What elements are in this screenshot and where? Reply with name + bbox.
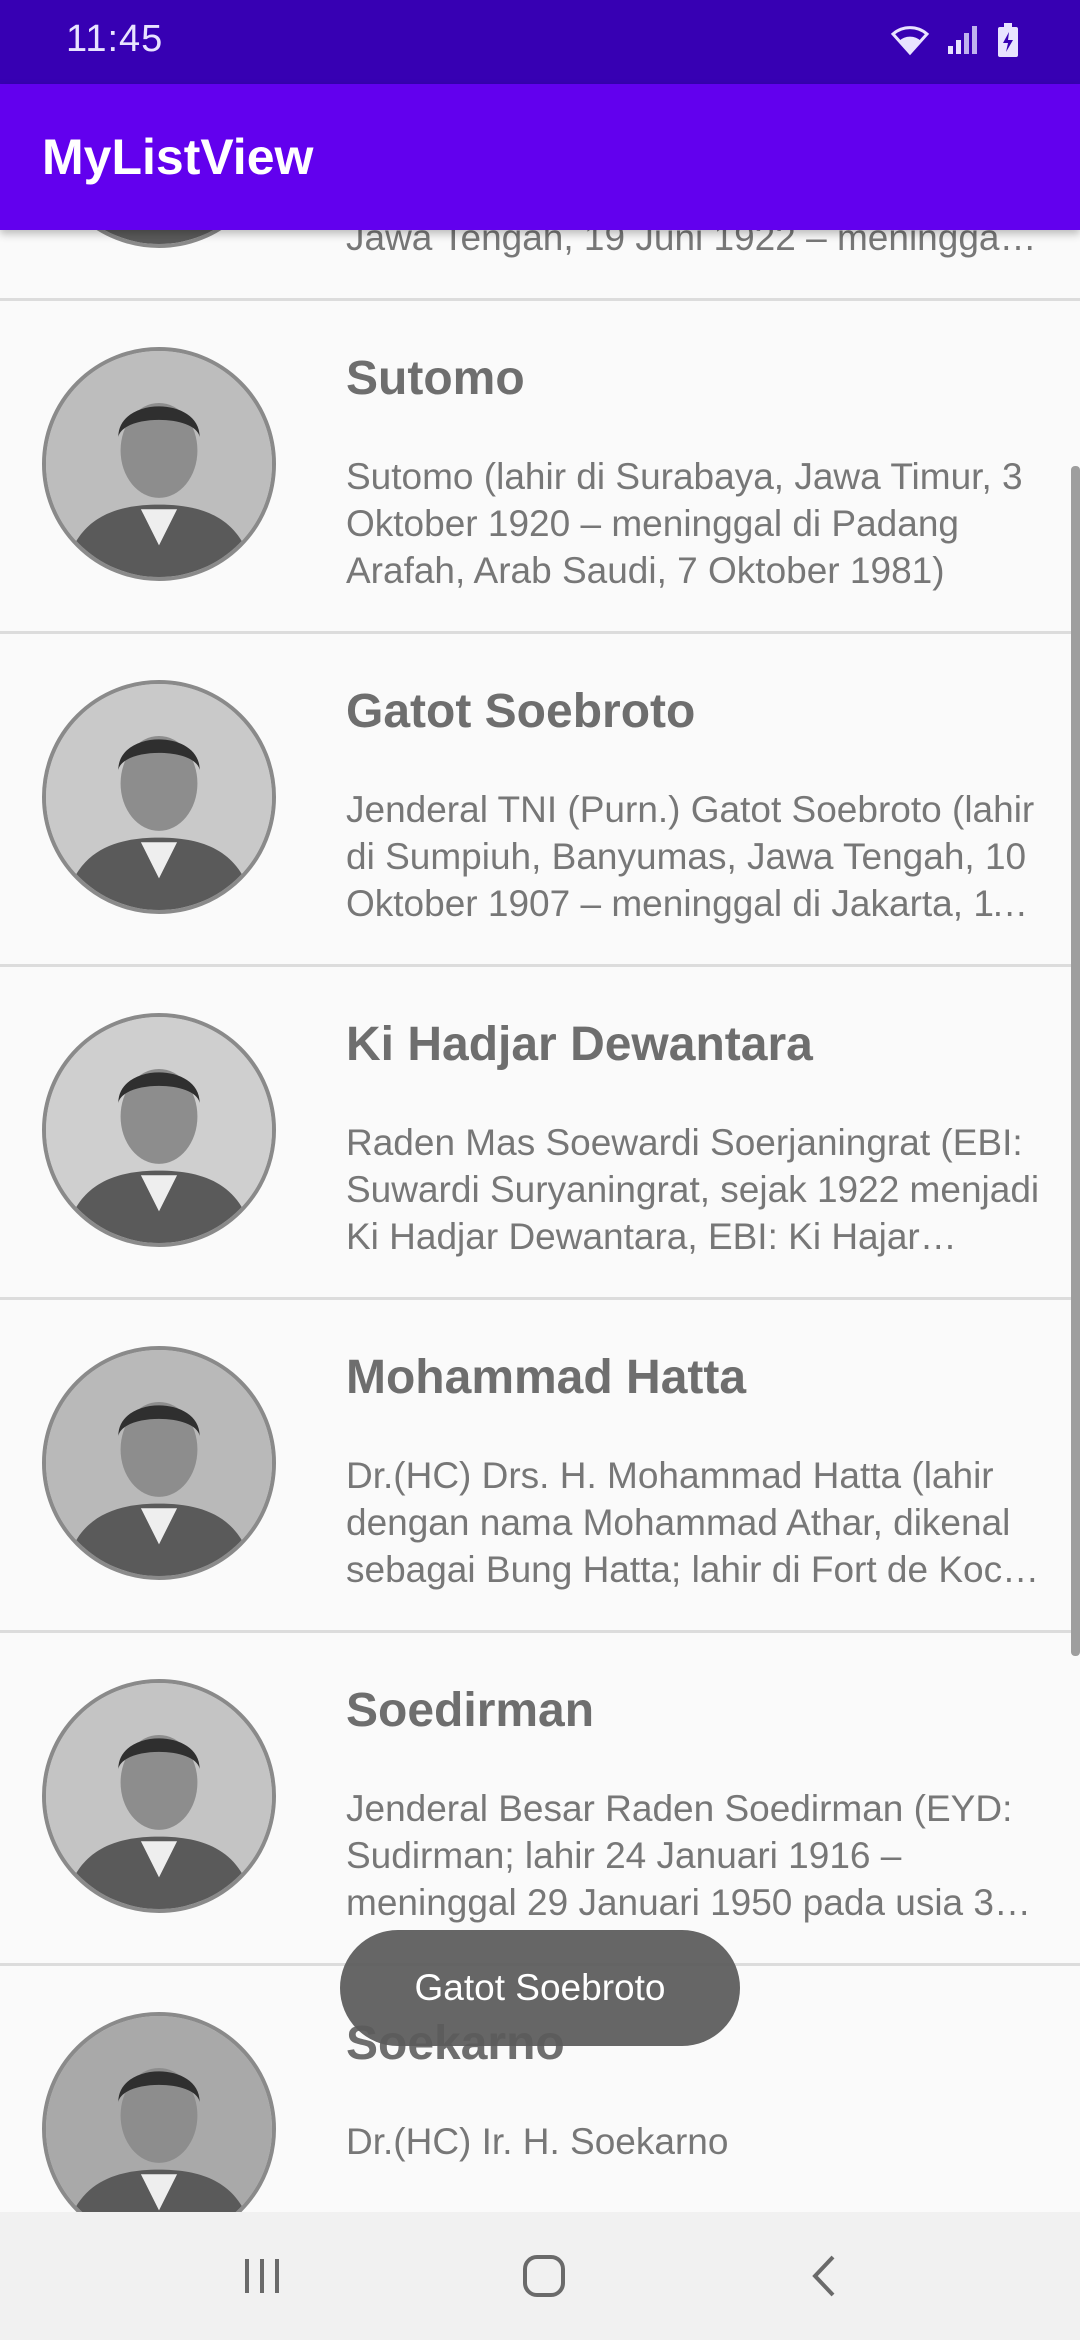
- avatar: [42, 2012, 276, 2212]
- item-title: Sutomo: [346, 352, 525, 405]
- item-title: Ki Hadjar Dewantara: [346, 1018, 813, 1071]
- item-description: Sutomo (lahir di Surabaya, Jawa Timur, 3…: [346, 456, 1023, 591]
- portrait-photo-icon: [46, 1683, 272, 1909]
- item-description: Jenderal TNI Anumerta Ahmad Yani (juga d…: [346, 230, 1008, 258]
- hero-list-items: Ahmad YaniJenderal TNI Anumerta Ahmad Ya…: [0, 230, 1080, 2212]
- item-description: Raden Mas Soewardi Soerjaningrat (EBI: S…: [346, 1122, 1040, 1257]
- scrollbar[interactable]: [1071, 466, 1080, 1656]
- list-item[interactable]: Ahmad YaniJenderal TNI Anumerta Ahmad Ya…: [0, 230, 1080, 301]
- recent-apps-icon: [245, 2259, 279, 2293]
- recent-apps-button[interactable]: [212, 2236, 312, 2316]
- wifi-icon: [890, 23, 930, 62]
- back-button[interactable]: [776, 2236, 876, 2316]
- toast-message: Gatot Soebroto: [340, 1930, 740, 2046]
- item-description: Dr.(HC) Drs. H. Mohammad Hatta (lahir de…: [346, 1455, 1031, 1590]
- toast-text: Gatot Soebroto: [414, 1967, 666, 2008]
- item-description: Jenderal Besar Raden Soedirman (EYD: Sud…: [346, 1788, 1015, 1923]
- home-icon: [523, 2255, 565, 2297]
- avatar: [42, 1679, 276, 1913]
- battery-charging-icon: [996, 22, 1020, 63]
- portrait-photo-icon: [46, 2016, 272, 2212]
- status-time: 11:45: [66, 18, 164, 60]
- list-item[interactable]: Soedirman Jenderal Besar Raden Soedirman …: [0, 1633, 1080, 1966]
- hero-list[interactable]: Ahmad YaniJenderal TNI Anumerta Ahmad Ya…: [0, 230, 1080, 2212]
- portrait-photo-icon: [46, 684, 272, 910]
- item-description: Dr.(HC) Ir. H. Soekarno: [346, 2121, 729, 2162]
- portrait-photo-icon: [46, 351, 272, 577]
- portrait-photo-icon: [46, 230, 272, 244]
- portrait-photo-icon: [46, 1017, 272, 1243]
- navigation-bar: [0, 2212, 1080, 2340]
- avatar: [42, 230, 276, 248]
- item-title: Gatot Soebroto: [346, 685, 696, 738]
- item-description: Jenderal TNI (Purn.) Gatot Soebroto (lah…: [346, 789, 1035, 924]
- status-icons: [890, 22, 1020, 63]
- list-item[interactable]: Gatot Soebroto Jenderal TNI (Purn.) Gatot…: [0, 634, 1080, 967]
- avatar: [42, 680, 276, 914]
- avatar: [42, 347, 276, 581]
- back-icon: [812, 2255, 835, 2297]
- app-title: MyListView: [42, 129, 314, 185]
- app-bar: MyListView: [0, 84, 1080, 230]
- avatar: [42, 1013, 276, 1247]
- portrait-photo-icon: [46, 1350, 272, 1576]
- avatar: [42, 1346, 276, 1580]
- item-title: Mohammad Hatta: [346, 1351, 747, 1404]
- list-item[interactable]: Ki Hadjar Dewantara Raden Mas Soewardi So…: [0, 967, 1080, 1300]
- list-item[interactable]: Sutomo Sutomo (lahir di Surabaya, Jawa Ti…: [0, 301, 1080, 634]
- signal-icon: [946, 24, 980, 61]
- status-bar: 11:45: [0, 0, 1080, 84]
- item-title: Soedirman: [346, 1684, 595, 1737]
- list-item[interactable]: Mohammad Hatta Dr.(HC) Drs. H. Mohammad H…: [0, 1300, 1080, 1633]
- home-button[interactable]: [494, 2236, 594, 2316]
